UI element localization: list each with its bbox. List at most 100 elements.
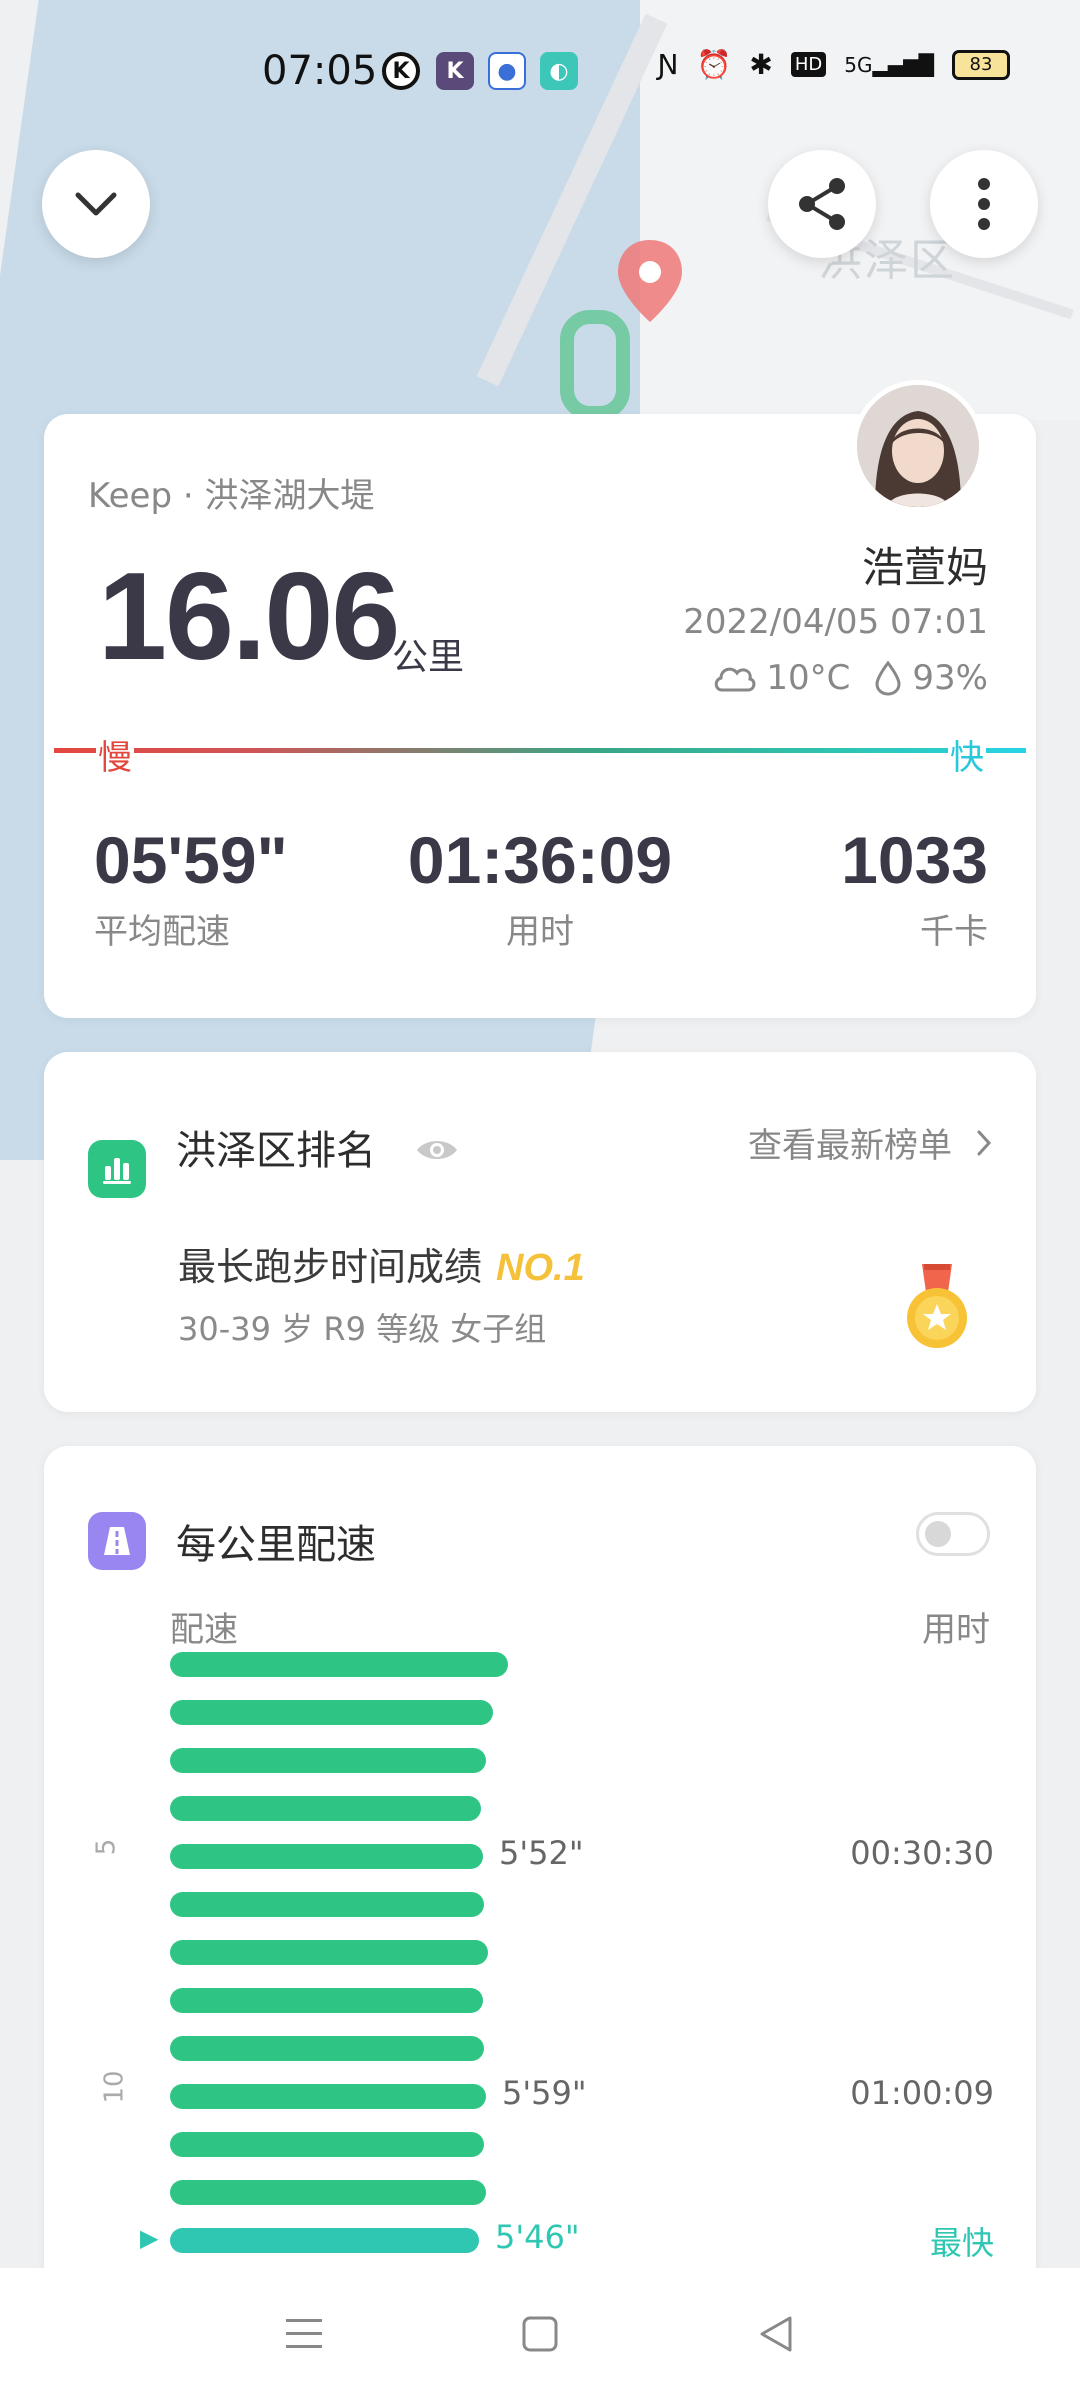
5g-signal-icon: 5G▂▄▆█ [844,52,934,77]
split-bar [170,2132,484,2157]
stat-calories: 1033 千卡 [841,822,988,953]
share-button[interactable] [768,150,876,258]
weather-info: 10°C 93% [712,658,988,698]
activity-source: Keep · 洪泽湖大堤 [88,476,375,516]
eye-icon[interactable] [414,1136,460,1164]
pace-gradient-bar [54,748,1026,753]
split-bar [170,1700,493,1725]
split-row [44,2034,1036,2064]
summary-card: Keep · 洪泽湖大堤 16.06 公里 浩萱妈 2022/04/05 07:… [44,380,1036,1018]
username: 浩萱妈 [861,543,988,592]
nfc-icon: Ɲ [657,48,679,81]
stat-label: 用时 [506,912,574,952]
split-row: 10 5'59" 01:00:09 [44,2070,1036,2112]
split-row: 5 5'52" 00:30:30 [44,1834,1036,1872]
split-row [44,1890,1036,1920]
avatar[interactable] [852,380,984,512]
back-icon[interactable] [756,2314,796,2354]
activity-datetime: 2022/04/05 07:01 [683,602,988,642]
cloud-icon [715,667,756,692]
chevron-down-icon [75,192,117,216]
fastest-marker-icon: ▶ [140,2224,159,2252]
split-time: 00:30:30 [850,1834,994,1872]
hd-icon: HD [790,52,827,77]
achievement-text: 最长跑步时间成绩 [178,1245,483,1289]
ranking-card[interactable]: 洪泽区排名 查看最新榜单 最长跑步时间成绩 NO.1 30-39 岁 R9 等级 … [44,1052,1036,1412]
distance-value: 16.06 [98,548,400,686]
chevron-right-icon [977,1130,992,1155]
split-row [44,1650,1036,1680]
more-button[interactable] [930,150,1038,258]
stat-label: 平均配速 [94,912,230,952]
km-marker-label: 10 [99,2070,130,2104]
slow-label: 慢 [96,730,134,779]
achievement-line: 最长跑步时间成绩 NO.1 [178,1236,585,1291]
split-bar [170,1988,483,2013]
share-icon [799,178,845,230]
split-row [44,1698,1036,1728]
navigation-bar [0,2268,1080,2400]
split-row [44,1986,1036,2016]
humidity-drop-icon [875,660,901,696]
split-row [44,2178,1036,2208]
bar-chart-icon [103,1158,131,1184]
stat-value: 05'59" [94,823,288,897]
view-leaderboard-link[interactable]: 查看最新榜单 [748,1118,992,1167]
splits-toggle[interactable] [916,1512,990,1556]
split-pace: 5'52" [499,1834,584,1872]
split-bar [170,1652,508,1677]
avatar-image [857,385,979,507]
ranking-group: 30-39 岁 R9 等级 女子组 [178,1310,547,1348]
collapse-button[interactable] [42,150,150,258]
split-bar [170,1892,484,1917]
split-pace: 5'46" [495,2218,580,2256]
alarm-icon: ⏰ [696,48,732,81]
split-bar [170,2036,484,2061]
road-icon-badge [88,1512,146,1570]
home-icon[interactable] [520,2314,560,2354]
k-circle-icon: K [382,52,420,90]
split-bar [170,1940,488,1965]
teal-app-icon: ◐ [540,52,578,90]
ranking-chart-icon [88,1140,146,1198]
split-row-fastest: ▶ 5'46" 最快 [44,2218,1036,2262]
split-bar [170,2228,479,2253]
split-time: 01:00:09 [850,2074,994,2112]
split-bar [170,1844,483,1869]
status-icons: Ɲ ⏰ ✱ HD 5G▂▄▆█ 83 [658,48,1010,81]
menu-icon[interactable] [284,2316,324,2352]
split-row [44,1794,1036,1824]
route-line [560,310,630,420]
split-bar [170,2180,486,2205]
clock: 07:05 [262,48,378,94]
network-type: 5G [844,52,873,77]
stat-value: 1033 [841,823,988,897]
stat-value: 01:36:09 [407,823,673,897]
split-pace: 5'59" [502,2074,587,2112]
ranking-title: 洪泽区排名 [176,1128,376,1174]
status-bar: 07:05 K K ● ◐ Ɲ ⏰ ✱ HD 5G▂▄▆█ 83 [0,0,1080,140]
bluetooth-icon: ✱ [749,48,773,81]
split-bar [170,1796,481,1821]
view-leaderboard-label: 查看最新榜单 [748,1126,952,1166]
fast-label: 快 [948,730,986,779]
gold-medal-icon [907,1264,967,1348]
stat-duration: 01:36:09 用时 [390,822,690,953]
temperature: 10°C [766,658,851,698]
location-pin-icon [618,240,682,322]
split-row [44,1938,1036,1968]
distance-unit: 公里 [392,637,465,678]
baidu-icon: ● [488,52,526,90]
km-marker-label: 5 [91,1838,122,1856]
column-pace-header: 配速 [170,1610,238,1650]
splits-title: 每公里配速 [176,1522,376,1568]
keep-k-icon: K [436,52,474,90]
stat-avg-pace: 05'59" 平均配速 [94,822,288,953]
split-row [44,2130,1036,2160]
column-time-header: 用时 [922,1610,990,1650]
battery-indicator: 83 [952,49,1010,80]
stat-label: 千卡 [920,912,988,952]
humidity: 93% [912,658,988,698]
split-time: 最快 [929,2224,994,2262]
split-bar [170,1748,486,1773]
